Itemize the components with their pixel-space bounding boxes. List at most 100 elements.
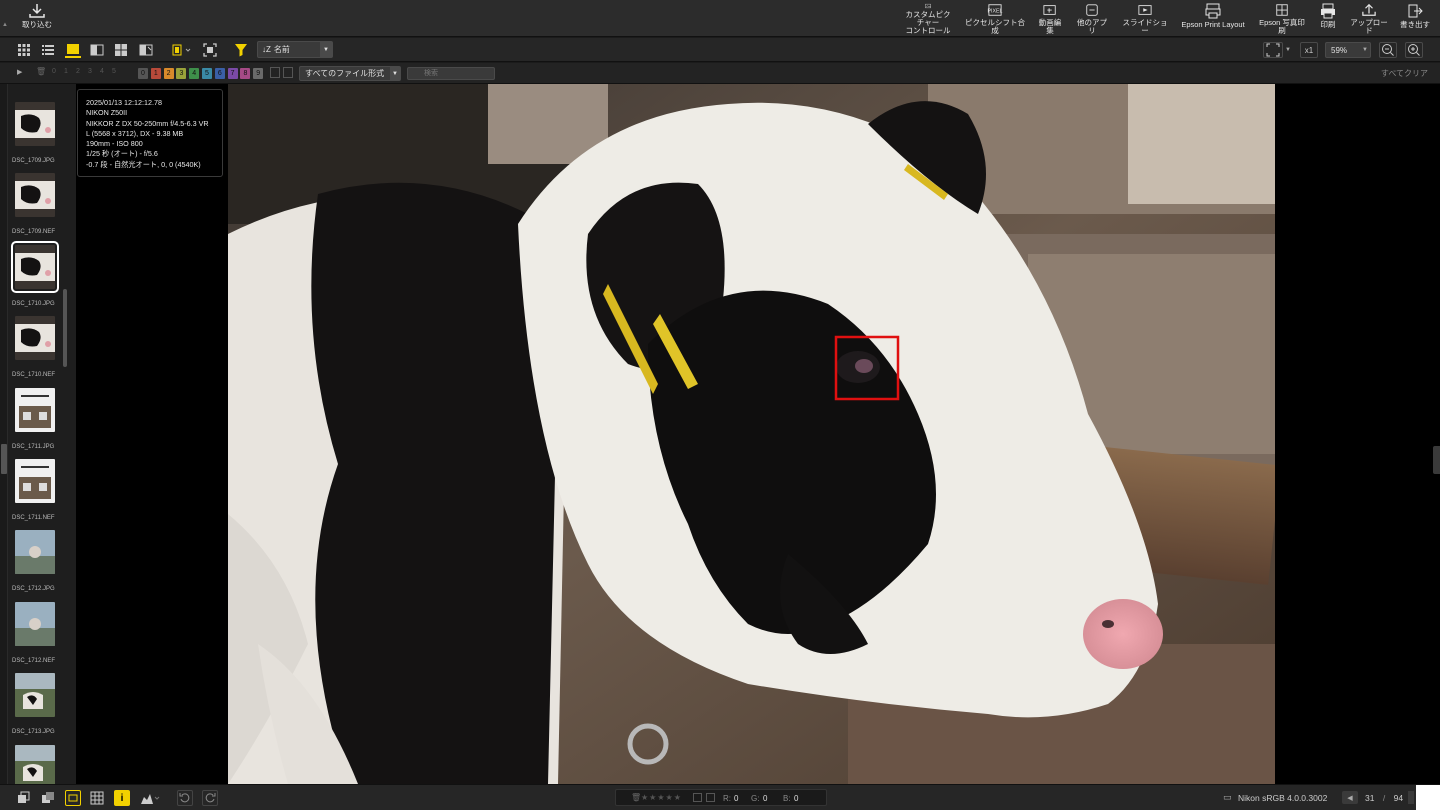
clear-all-button[interactable]: すべてクリア [1381, 68, 1428, 79]
shooting-info-overlay: 2025/01/13 12:12:12.78 NIKON Z50II NIKKO… [77, 89, 223, 177]
main-photo[interactable] [228, 84, 1275, 784]
filmstrip-thumbnail[interactable]: DSC_1712.JPG [12, 530, 60, 598]
filmstrip-thumbnail[interactable]: DSC_1710.NEF [12, 316, 60, 384]
rating-filter-0[interactable]: 0 [52, 68, 56, 75]
filmstrip-thumbnail[interactable]: DSC_1709.NEF [12, 173, 60, 241]
pixel-shift-button[interactable]: PIXEL ピクセルシフト合成 [965, 3, 1025, 35]
panel-toggle-handle[interactable] [1, 444, 7, 474]
label-filter-6[interactable]: 6 [214, 68, 225, 79]
thumbnail-image[interactable] [15, 673, 55, 718]
label-filter-4[interactable]: 4 [189, 68, 200, 79]
label-filter-8[interactable]: 8 [240, 68, 251, 79]
label-filter-3[interactable]: 3 [176, 68, 187, 79]
compare-view-icon[interactable] [89, 42, 105, 58]
next-image-button[interactable] [1408, 791, 1414, 804]
filmstrip-thumbnail[interactable]: DSC_1713.JPG [12, 673, 60, 741]
rating-stars[interactable]: ★★★★★ [641, 793, 682, 802]
filmstrip-thumbnail[interactable]: DSC_1710.JPG [11, 240, 60, 313]
list-view-icon[interactable] [40, 42, 56, 58]
rating-filter-1[interactable]: 1 [64, 68, 68, 75]
print-button[interactable]: 印刷 [1318, 3, 1338, 35]
epson-layout-button[interactable]: Epson Print Layout [1180, 3, 1246, 35]
rotate-ccw-icon[interactable] [177, 790, 193, 806]
select-all-icon[interactable] [40, 790, 56, 806]
filmstrip-scrollbar[interactable] [63, 289, 67, 367]
info-icon[interactable]: i [114, 790, 130, 806]
focus-point-toggle-icon[interactable] [65, 790, 81, 806]
rotate-right-icon[interactable] [283, 67, 293, 78]
thumbnail-image[interactable] [15, 387, 55, 432]
rotate-cw-icon[interactable] [202, 790, 218, 806]
slideshow-button[interactable]: スライドショー [1120, 3, 1170, 35]
search-input[interactable] [407, 67, 495, 80]
filmstrip-thumbnail[interactable]: DSC_1709.JPG [12, 102, 60, 170]
other-apps-icon [1086, 4, 1098, 16]
rating-filter-4[interactable]: 4 [100, 68, 104, 75]
thumbnail-image[interactable] [11, 240, 59, 293]
corner-white-block [1416, 785, 1440, 810]
zoom-out-icon[interactable] [1379, 42, 1397, 58]
rating-filter-5[interactable]: 5 [112, 68, 116, 75]
collapse-triangle-icon[interactable]: ▲ [2, 22, 8, 28]
histogram-icon[interactable] [138, 790, 162, 806]
quad-view-icon[interactable] [113, 42, 129, 58]
sort-select[interactable]: ↓Z 名前 ▼ [257, 41, 333, 58]
thumbnail-image[interactable] [15, 601, 55, 646]
fit-chevron-icon[interactable]: ▼ [1283, 42, 1293, 58]
thumbnail-image[interactable] [15, 744, 55, 789]
label-filter-9[interactable]: 9 [253, 68, 264, 79]
trash-icon[interactable]: 🗑 [36, 67, 46, 76]
protect-box[interactable] [706, 793, 715, 802]
label-filter-2[interactable]: 2 [163, 68, 174, 79]
grid-view-icon[interactable] [16, 42, 32, 58]
label-filter-0[interactable]: 0 [138, 68, 148, 79]
other-apps-button[interactable]: 他のアプリ [1075, 3, 1109, 35]
thumbnail-image[interactable] [15, 173, 55, 218]
thumbnail-image[interactable] [15, 459, 55, 503]
top-toolbar: ▲ 取り込む カスタムピクチャー コントロール PIXEL ピクセルシフト合成 動画編… [0, 0, 1440, 37]
thumbnail-image[interactable] [15, 102, 55, 146]
monitor-icon: ▭ [1223, 792, 1232, 802]
single-view-icon[interactable] [65, 42, 81, 58]
actual-size-button[interactable]: x1 [1300, 42, 1318, 58]
edit-view-icon[interactable] [138, 42, 154, 58]
epson-photo-button[interactable]: Epson 写真印刷 [1257, 3, 1307, 35]
prev-image-button[interactable]: ◀ [1342, 791, 1358, 804]
file-type-select[interactable]: すべてのファイル形式 ▼ [299, 66, 401, 81]
rating-filter-3[interactable]: 3 [88, 68, 92, 75]
label-filter-7[interactable]: 7 [227, 68, 238, 79]
action-label: 他のアプリ [1077, 18, 1107, 35]
thumbnail-image[interactable] [15, 530, 55, 575]
rotate-left-icon[interactable] [270, 67, 280, 78]
fit-screen-icon[interactable] [202, 42, 218, 58]
picture-control-icon [925, 3, 931, 9]
thumbnail-image[interactable] [15, 316, 55, 361]
label-filter-5[interactable]: 5 [202, 68, 212, 79]
filmstrip-thumbnail[interactable]: DSC_1712.NEF [12, 601, 60, 670]
stack-icon[interactable] [16, 790, 32, 806]
upload-button[interactable]: アップロード [1349, 3, 1389, 35]
movie-edit-button[interactable]: 動画編集 [1036, 3, 1064, 35]
import-button[interactable]: 取り込む [22, 3, 52, 35]
label-filter-1[interactable]: 1 [150, 68, 161, 79]
picture-control-button[interactable]: カスタムピクチャー コントロール [903, 3, 953, 35]
image-viewer[interactable] [228, 84, 1440, 784]
right-panel-handle[interactable] [1433, 446, 1440, 474]
filter-toolbar: ▶ 🗑 012345 0123456789 すべてのファイル形式 ▼ ⚲ すべて… [0, 63, 1440, 84]
filmstrip-thumbnail[interactable]: DSC_1711.JPG [12, 387, 60, 456]
filmstrip-thumbnail[interactable]: DSC_1711.NEF [12, 459, 60, 527]
action-label: Epson Print Layout [1181, 20, 1245, 29]
zoom-in-icon[interactable] [1405, 42, 1423, 58]
grid-overlay-icon[interactable] [89, 790, 105, 806]
delete-icon[interactable]: 🗑 [631, 793, 641, 802]
info-shutter: 1/25 秒 (オート) - f/5.6 [86, 149, 158, 159]
play-icon[interactable]: ▶ [17, 68, 22, 76]
thumbnail-size-icon[interactable] [170, 42, 194, 58]
fit-view-button[interactable] [1263, 42, 1283, 58]
filter-icon[interactable] [233, 42, 249, 58]
epson-photo-icon [1276, 4, 1288, 16]
rating-filter-2[interactable]: 2 [76, 68, 80, 75]
label-box[interactable] [693, 793, 702, 802]
export-button[interactable]: 書き出す [1400, 3, 1430, 35]
zoom-select[interactable]: 59% ▼ [1325, 42, 1371, 58]
